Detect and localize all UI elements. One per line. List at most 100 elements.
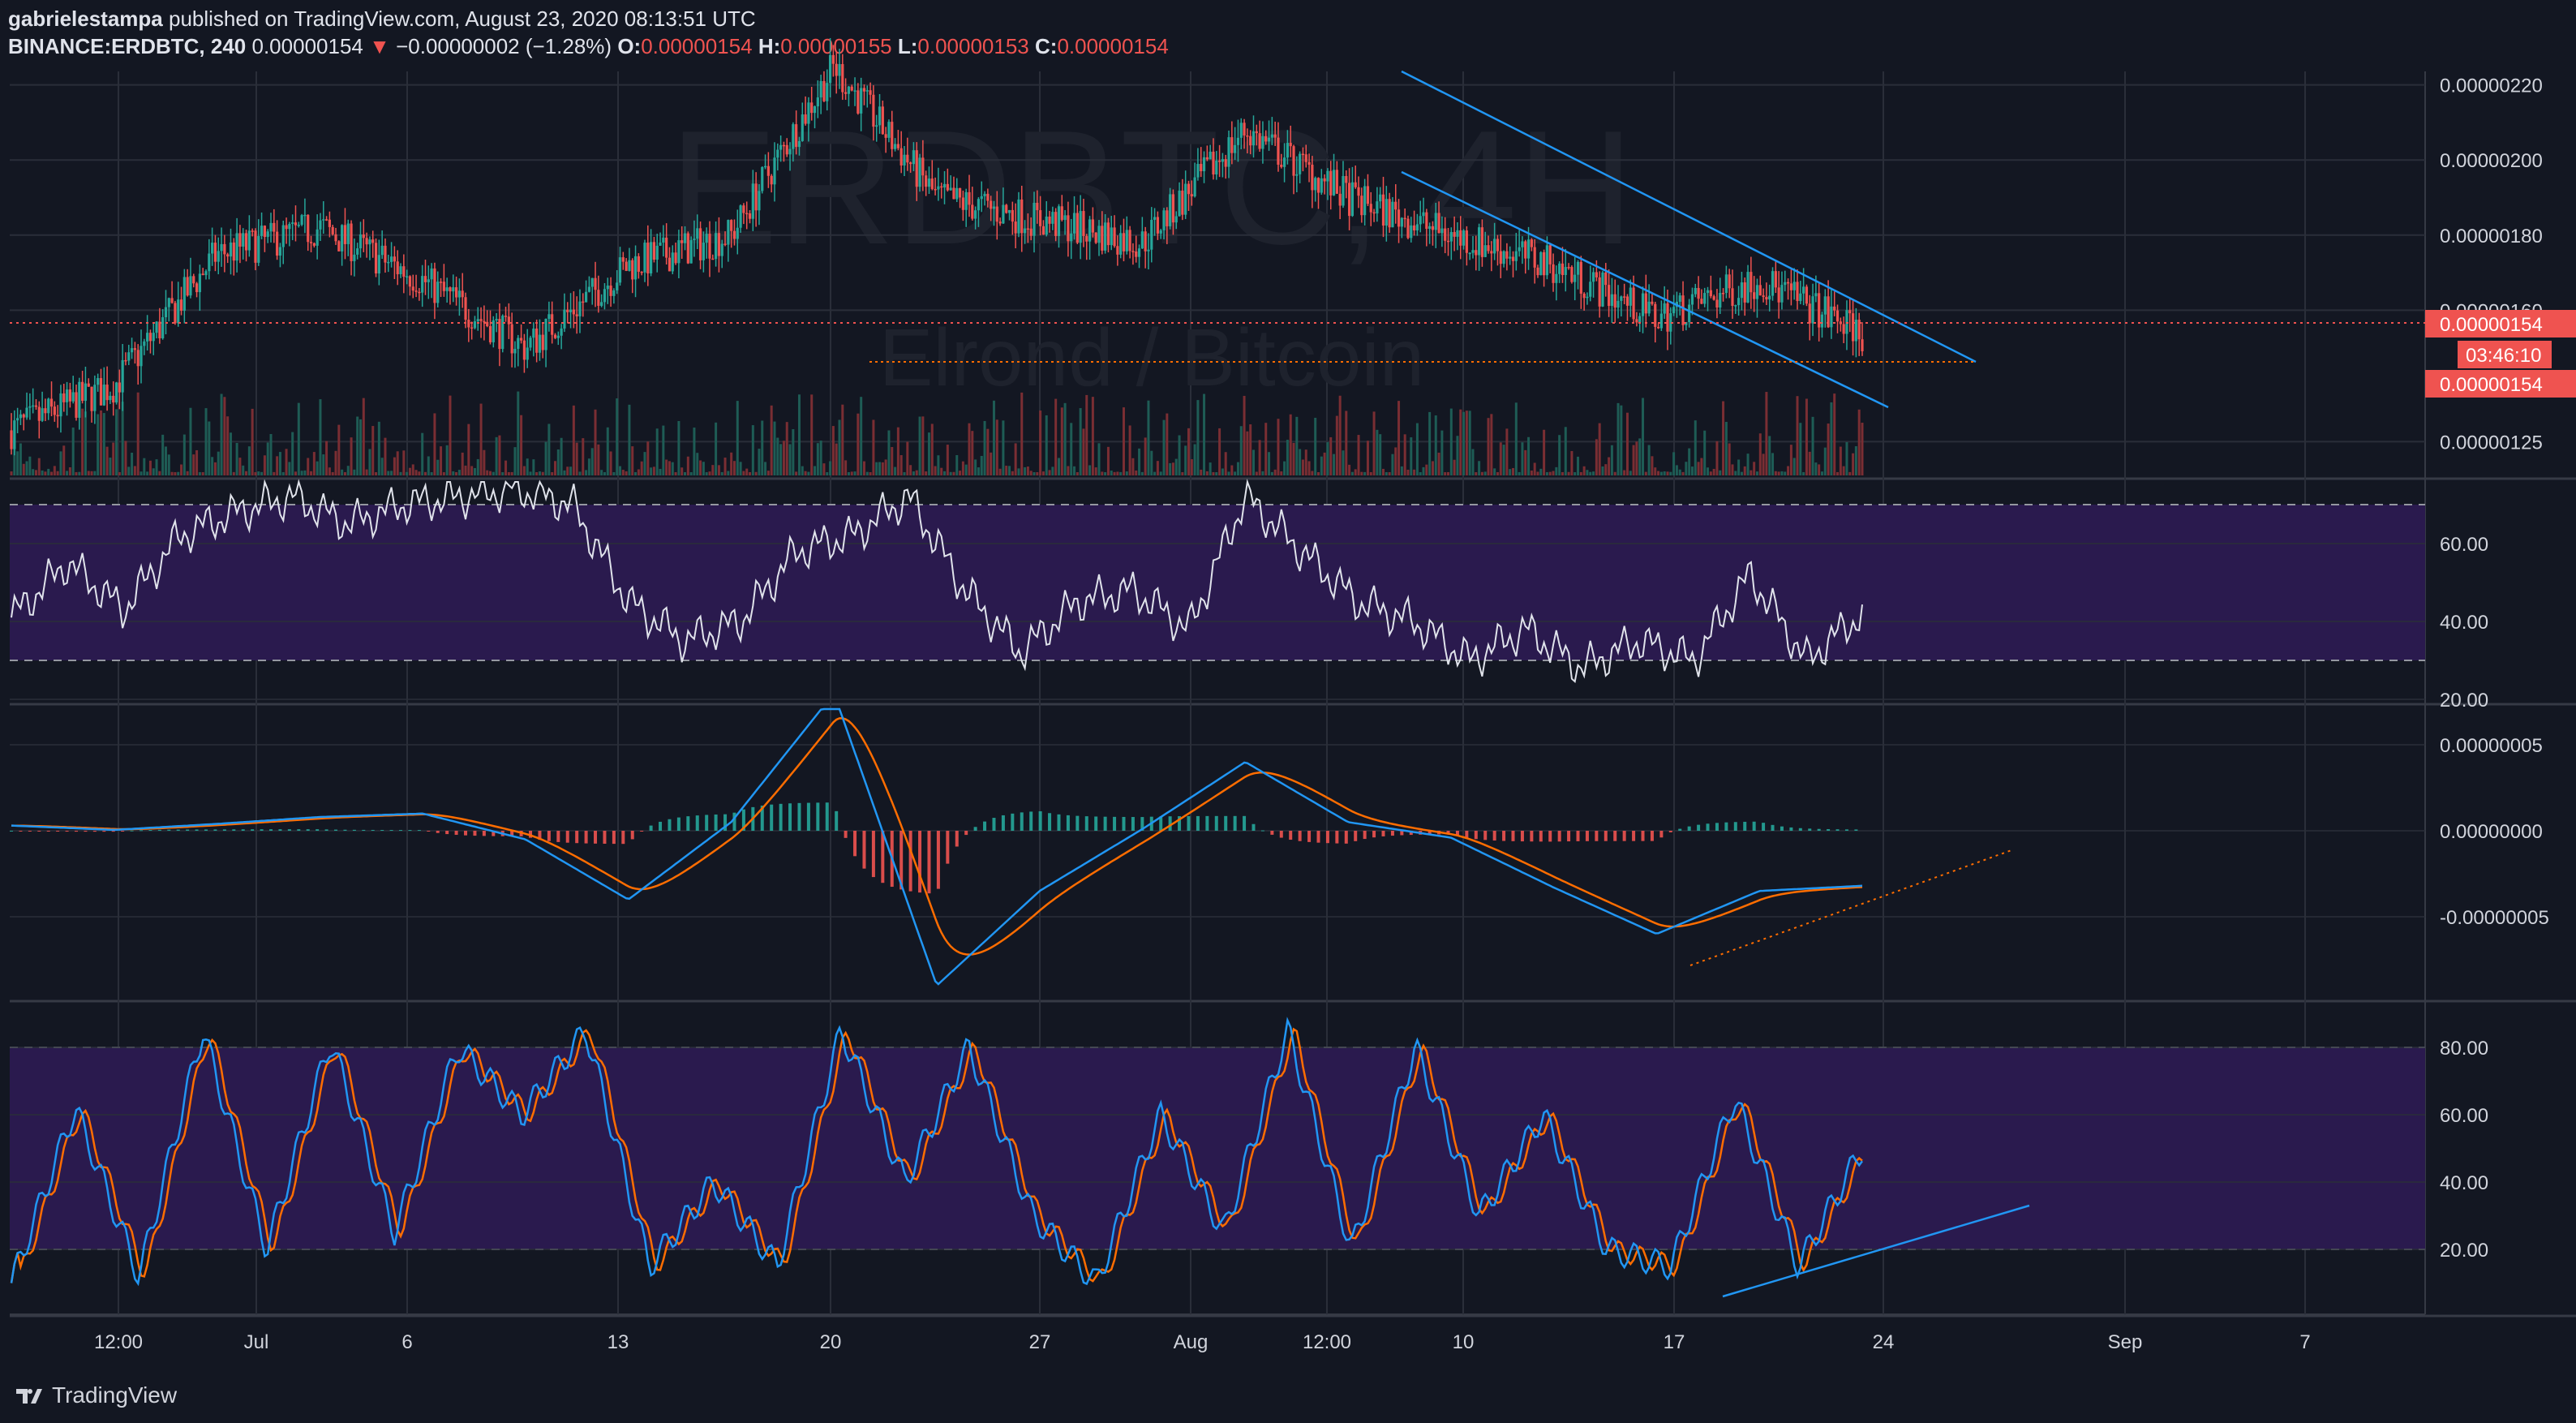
volume-bar [1839,446,1842,475]
volume-bar [346,466,350,475]
tradingview-brand[interactable]: TradingView [52,1382,177,1408]
macd-histogram-bar [575,831,579,844]
volume-bar [1131,458,1135,475]
macd-histogram-bar [714,814,718,831]
volume-bar [1536,471,1539,475]
candle-body [260,226,264,236]
volume-bar [940,467,943,475]
volume-bar [619,466,622,475]
macd-histogram-bar [1622,831,1626,841]
candle-body [618,257,622,283]
macd-histogram-bar [195,829,199,831]
candle-body [251,230,254,232]
candle-body [1131,251,1135,252]
volume-bar [1410,437,1413,475]
volume-bar [1011,471,1014,475]
volume-bar [1156,461,1159,475]
volume-bar [1264,423,1268,475]
candle-body [831,54,835,64]
macd-histogram-bar [1780,826,1784,831]
volume-bar [1236,462,1239,475]
volume-bar [254,471,257,475]
candle-body [1591,272,1595,282]
volume-bar [792,429,795,475]
candle-body [952,187,955,200]
candle-body [220,243,223,251]
candle-body [1350,182,1355,217]
candle-body [211,243,214,254]
volume-bar [705,471,708,475]
candle-body [244,233,248,251]
candle-body [1570,267,1574,282]
candle-body [1292,146,1295,176]
candle-body [934,188,937,191]
volume-bar [609,451,612,475]
candle-body [853,90,857,92]
macd-histogram-bar [121,831,125,832]
candle-body [872,94,875,127]
candle-body [1511,256,1515,261]
candle-body [44,408,47,414]
tradingview-logo-icon[interactable] [15,1384,44,1407]
volume-bar [1200,469,1203,475]
volume-bar [1292,442,1295,475]
candle-body [19,414,23,419]
candle-body [269,222,273,232]
macd-histogram-bar [1576,831,1580,841]
volume-bar [927,432,930,475]
candle-body [1007,209,1011,213]
time-axis-label: 7 [2299,1331,2310,1353]
candle-body [1153,217,1157,220]
volume-bar [486,470,489,475]
volume-bar [213,462,217,475]
candle-body [875,125,878,127]
macd-histogram-bar [1817,828,1821,831]
volume-bar [1041,471,1045,475]
candle-body [396,261,399,275]
candle-body [1041,226,1045,235]
candle-body [1765,296,1768,300]
candle-body [1576,261,1580,275]
time-axis-label: 12:00 [1303,1331,1351,1353]
chart-canvas[interactable]: ERDBTC, 4HElrond / Bitcoin0.000001250.00… [0,0,2576,1423]
volume-bar [1070,423,1073,475]
candle-body [732,230,736,239]
macd-histogram-bar [1595,831,1599,841]
candle-body [751,183,754,219]
volume-bar [1644,471,1647,475]
volume-bar [1703,430,1707,475]
candle-body [1490,251,1493,254]
volume-bar [1672,452,1676,475]
candle-body [1697,287,1700,299]
volume-bar [1342,450,1345,475]
volume-bar [470,466,474,475]
candle-body [433,268,436,303]
candle-body [1842,324,1845,334]
volume-bar [143,458,146,475]
candle-body [1483,245,1487,257]
candle-body [1734,305,1737,307]
candle-body [810,102,814,114]
footer: TradingView [15,1379,177,1412]
candle-body [105,385,109,401]
candle-body [1678,295,1681,302]
candle-body [307,214,310,243]
candle-body [1762,295,1765,297]
macd-histogram-bar [167,829,171,831]
volume-bar [56,471,59,475]
candle-body [158,321,161,339]
volume-bar [1428,411,1432,475]
candle-body [569,309,573,312]
candle-body [1608,285,1611,307]
macd-histogram-bar [983,821,987,831]
volume-bar [408,467,411,475]
candle-body [921,157,925,176]
volume-bar [634,471,638,475]
volume-bar [464,465,467,475]
volume-bar [727,471,730,475]
volume-bar [84,411,87,475]
macd-histogram-bar [1381,831,1385,836]
volume-bar [322,454,325,475]
candle-body [195,283,199,293]
candle-body [1113,227,1116,247]
